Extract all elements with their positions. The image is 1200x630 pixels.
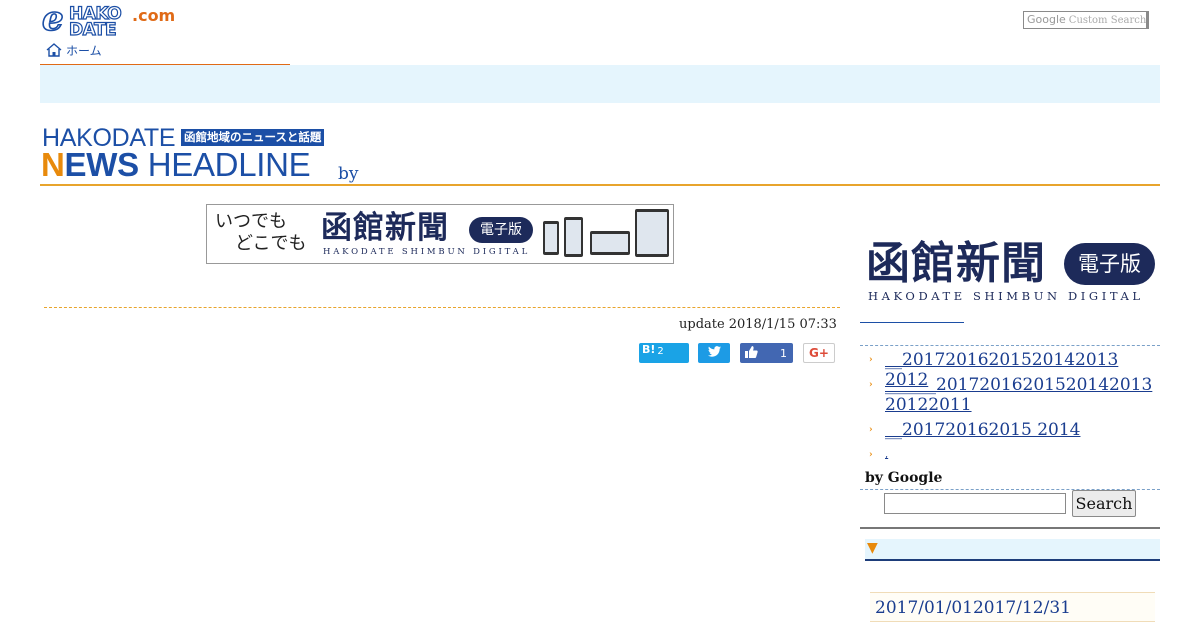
title-news-headline: NEWS HEADLINE: [41, 146, 311, 183]
home-label: ホーム: [66, 43, 102, 58]
update-timestamp: update 2018/1/15 07:33: [679, 317, 837, 332]
thumbs-up-icon: [745, 345, 758, 361]
title-news-ews: EWS: [64, 146, 140, 183]
facebook-like-button[interactable]: 1: [740, 343, 793, 363]
title-by: by: [338, 164, 359, 184]
sidebar-section-rule: [860, 527, 1160, 529]
sidebar-archive-link[interactable]: __201720162015 2014: [885, 420, 1147, 440]
ehakodate-logo[interactable]: e HAKO DATE .com: [41, 0, 177, 40]
ad-line-1: いつでも: [215, 211, 287, 232]
hatena-bookmark-button[interactable]: B! 2: [639, 343, 689, 363]
ad-phone-icon: [564, 217, 583, 257]
sidebar-search-input[interactable]: [884, 493, 1066, 514]
twitter-icon: [707, 346, 721, 360]
ad-brand: 函館新聞: [321, 210, 449, 246]
sidebar-logo-pill: 電子版: [1064, 243, 1155, 285]
header-banner-strip: [40, 65, 1160, 103]
update-time: 2018/1/15 07:33: [728, 317, 837, 332]
bullet-arrow-icon: ›: [869, 450, 873, 460]
archive-date-range[interactable]: 2017/01/012017/12/31: [870, 592, 1155, 622]
hakodate-shimbun-digital-ad[interactable]: いつでも どこでも 函館新聞 電子版 HAKODATE SHIMBUN DIGI…: [206, 204, 674, 264]
ad-digital-pill: 電子版: [469, 217, 533, 243]
like-count: 1: [780, 346, 787, 360]
title-divider: [40, 184, 1160, 186]
title-tagline: 函館地域のニュースと話題: [181, 129, 325, 146]
twitter-share-button[interactable]: [698, 343, 730, 363]
google-brand: Google: [1027, 13, 1066, 26]
logo-com: .com: [132, 6, 176, 25]
sidebar-shimbun-digital-logo[interactable]: 函館新聞 電子版 HAKODATE SHIMBUN DIGITAL: [866, 238, 1158, 304]
logo-date: DATE: [68, 20, 117, 40]
triangle-down-icon: ▼: [867, 540, 878, 556]
sidebar-link-underline: [860, 322, 964, 323]
ad-subtitle: HAKODATE SHIMBUN DIGITAL: [323, 247, 531, 257]
search-by-google-label: by Google: [865, 470, 943, 486]
sidebar-archive-link[interactable]: ______20172016201520142013 20122011: [885, 375, 1152, 415]
archive-section-header[interactable]: ▼: [865, 539, 1160, 561]
sidebar-search-button[interactable]: Search: [1072, 490, 1136, 517]
sidebar-divider: [860, 345, 1160, 346]
article-divider: [44, 307, 840, 308]
hatena-count: 2: [657, 345, 664, 357]
home-icon: [46, 43, 62, 57]
title-news-n: N: [41, 146, 65, 183]
ad-tablet-icon: [635, 209, 669, 257]
google-plus-icon: G+: [809, 346, 829, 360]
archive-date-range-text: 2017/01/012017/12/31: [875, 598, 1071, 618]
update-label: update: [679, 317, 725, 332]
search-placeholder: Custom Search: [1068, 15, 1147, 26]
title-headline: HEADLINE: [147, 146, 311, 183]
sidebar-archive-link[interactable]: ,: [885, 445, 1147, 465]
ad-laptop-icon: [590, 231, 630, 255]
bullet-arrow-icon: ›: [869, 425, 873, 435]
bullet-arrow-icon: ›: [869, 380, 873, 390]
google-plus-button[interactable]: G+: [803, 343, 835, 363]
sidebar-logo-subtitle: HAKODATE SHIMBUN DIGITAL: [868, 289, 1144, 303]
ad-phone-icon: [543, 221, 559, 255]
logo-e: e: [41, 0, 64, 39]
hatena-icon: B!: [642, 342, 656, 356]
ad-line-2: どこでも: [235, 233, 307, 254]
home-link[interactable]: ホーム: [46, 42, 102, 58]
custom-search-input[interactable]: Google Custom Search: [1023, 11, 1149, 29]
bullet-arrow-icon: ›: [869, 355, 873, 365]
sidebar-logo-brand: 函館新聞: [866, 238, 1046, 289]
